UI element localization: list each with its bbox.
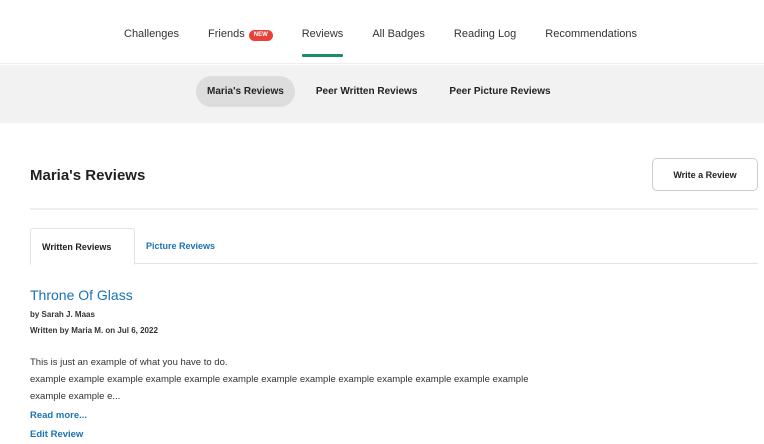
nav-all-badges[interactable]: All Badges [372,27,425,41]
subnav-peer-written-reviews[interactable]: Peer Written Reviews [305,76,429,107]
review-author: by Sarah J. Maas [30,310,95,319]
tab-picture-reviews[interactable]: Picture Reviews [135,228,226,264]
nav-recommendations[interactable]: Recommendations [545,27,637,41]
review-title-link[interactable]: Throne Of Glass [30,287,133,303]
review-written-by: Written by Maria M. on Jul 6, 2022 [30,326,158,335]
review-tabs: Written Reviews Picture Reviews [30,228,758,265]
new-badge: NEW [248,30,273,41]
review-body-line: example example example example example … [30,374,529,385]
tab-written-reviews[interactable]: Written Reviews [30,228,135,265]
header-divider [30,208,758,210]
subnav-peer-picture-reviews[interactable]: Peer Picture Reviews [438,76,561,107]
review-body: This is just an example of what you have… [30,354,730,405]
review-body-line: example example e... [30,391,121,402]
top-nav: Challenges Friends NEW Reviews All Badges… [0,0,764,64]
read-more-link[interactable]: Read more... [30,410,87,421]
top-nav-links: Challenges Friends NEW Reviews All Badges… [124,27,666,57]
edit-review-link[interactable]: Edit Review [30,429,83,440]
nav-challenges[interactable]: Challenges [124,27,179,41]
page-title: Maria's Reviews [30,167,146,184]
review-body-line: This is just an example of what you have… [30,357,228,368]
nav-friends-label: Friends [208,28,245,40]
subnav-marias-reviews[interactable]: Maria's Reviews [196,76,295,107]
write-review-button[interactable]: Write a Review [652,158,758,191]
nav-friends[interactable]: Friends NEW [208,27,273,41]
sub-nav-pills: Maria's Reviews Peer Written Reviews Pee… [196,76,572,107]
nav-reviews[interactable]: Reviews [301,27,343,57]
nav-reading-log[interactable]: Reading Log [454,27,516,41]
sub-nav: Maria's Reviews Peer Written Reviews Pee… [0,65,764,123]
